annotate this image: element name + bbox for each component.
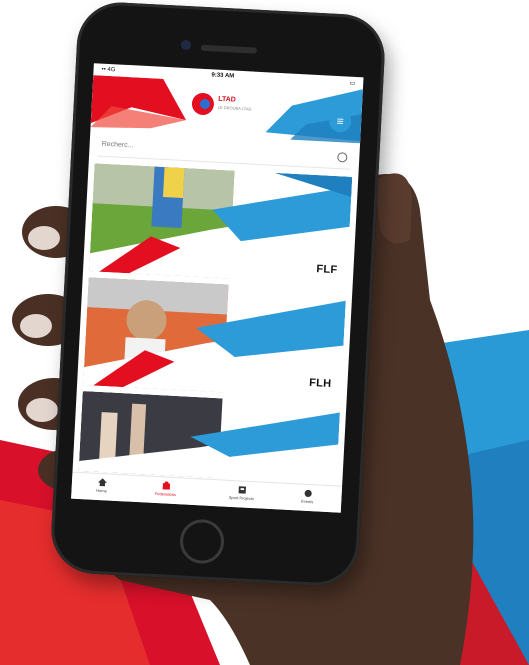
home-icon	[97, 478, 107, 487]
logo-subtitle: LE DROUBA LTAD	[217, 104, 252, 112]
tab-events[interactable]: Events	[277, 485, 338, 512]
tab-federations[interactable]: Federations	[135, 478, 196, 505]
federation-card[interactable]: FLH	[83, 277, 347, 399]
federation-icon	[162, 481, 170, 490]
earpiece-speaker	[200, 44, 257, 54]
tab-label: Home	[96, 487, 107, 494]
federation-card[interactable]: FLF	[89, 163, 353, 285]
logo-emblem-icon	[191, 92, 215, 116]
tab-label: Events	[301, 498, 314, 505]
handball-photo	[83, 277, 346, 399]
tab-sport-projects[interactable]: Sport Projects	[211, 482, 272, 509]
federation-code: FLF	[316, 263, 338, 277]
search-input[interactable]: Recherc...	[101, 141, 133, 150]
projects-icon	[238, 486, 246, 494]
app-screen: •• 4G 9:33 AM ▭ LTAD LE DROUBA LTAD ≡ Re…	[71, 63, 364, 513]
carrier-signal: •• 4G	[101, 66, 116, 74]
federation-card[interactable]	[78, 391, 341, 485]
smartphone: •• 4G 9:33 AM ▭ LTAD LE DROUBA LTAD ≡ Re…	[49, 0, 387, 588]
battery-icon: ▭	[349, 80, 356, 87]
tab-home[interactable]: Home	[71, 475, 132, 502]
volleyball-photo	[78, 391, 340, 485]
menu-icon: ≡	[336, 113, 345, 129]
status-time: 9:33 AM	[211, 72, 235, 80]
football-photo	[89, 163, 353, 285]
front-camera	[180, 39, 192, 51]
tab-label: Sport Projects	[228, 494, 255, 502]
promo-scene: •• 4G 9:33 AM ▭ LTAD LE DROUBA LTAD ≡ Re…	[0, 0, 529, 665]
ltad-logo[interactable]: LTAD LE DROUBA LTAD	[191, 92, 272, 126]
federation-code: FLH	[308, 376, 332, 391]
events-icon	[304, 489, 312, 497]
logo-title: LTAD	[218, 95, 236, 104]
filter-icon[interactable]	[337, 152, 348, 163]
tab-label: Federations	[154, 490, 177, 498]
home-button[interactable]	[178, 518, 226, 565]
